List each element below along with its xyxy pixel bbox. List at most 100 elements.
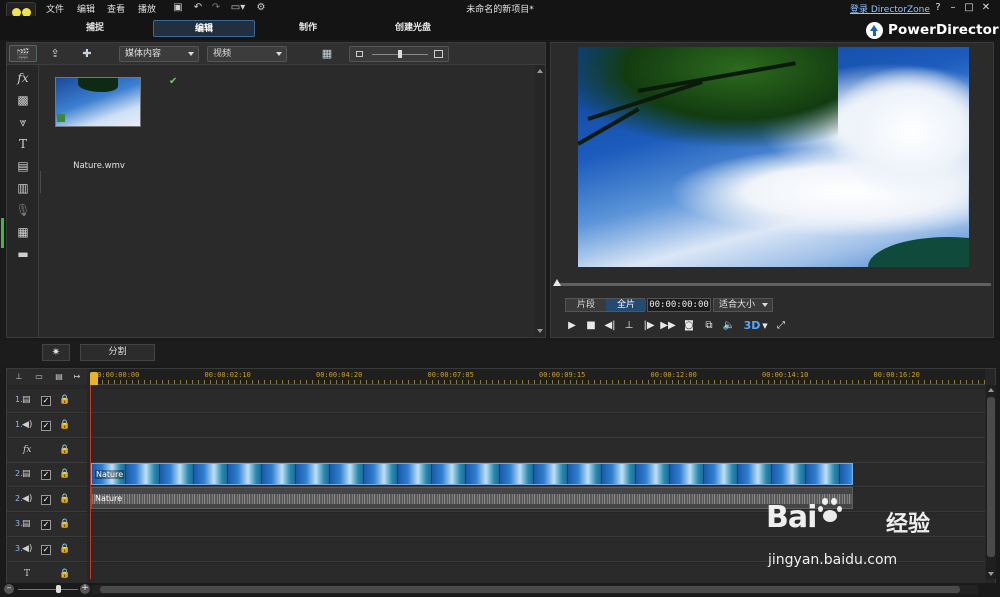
slider-knob[interactable] — [398, 50, 402, 58]
timeline-zoom-knob[interactable] — [56, 585, 61, 593]
tab-edit[interactable]: 编辑 — [153, 20, 255, 37]
3d-mode-button[interactable]: 3D — [741, 319, 763, 333]
track-lane[interactable] — [90, 389, 985, 413]
timeline-audio-clip[interactable]: Nature — [91, 487, 853, 509]
maximize-button[interactable]: □ — [962, 1, 976, 14]
undock-preview-icon[interactable]: ⤢ — [773, 319, 789, 333]
menu-edit[interactable]: 编辑 — [77, 2, 95, 15]
timeline-ruler[interactable]: 00:00:00:00 00:00:02:10 00:00:04:20 00:00:0… — [90, 369, 985, 385]
stop-icon[interactable]: ■ — [583, 319, 599, 333]
track-lock-icon[interactable]: 🔒 — [59, 494, 70, 504]
subtitle-room-icon[interactable]: ▬ — [11, 245, 35, 263]
plugin-icon[interactable]: ✚ — [73, 45, 101, 62]
menu-play[interactable]: 播放 — [138, 2, 156, 15]
movie-mode-button[interactable]: 全片 — [606, 299, 646, 311]
menu-view[interactable]: 查看 — [107, 2, 125, 15]
media-filter-dropdown[interactable]: 媒体内容 — [119, 46, 199, 62]
track-lane[interactable] — [90, 413, 985, 438]
track-manager-icon[interactable]: ▤ — [51, 371, 67, 383]
track-lock-icon[interactable]: 🔒 — [59, 445, 70, 455]
tab-produce[interactable]: 制作 — [275, 20, 341, 37]
scroll-down-icon[interactable] — [988, 572, 994, 576]
secondary-display-icon[interactable]: ⧉ — [701, 319, 717, 333]
menu-file[interactable]: 文件 — [46, 2, 64, 15]
voice-over-icon[interactable]: 🎙 — [11, 201, 35, 219]
track-lock-icon[interactable]: 🔒 — [59, 544, 70, 554]
track-lock-icon[interactable]: 🔒 — [59, 569, 70, 579]
fast-forward-icon[interactable]: ▶▶ — [660, 319, 676, 333]
preview-scrub-bar[interactable] — [555, 283, 991, 286]
track-lock-icon[interactable]: 🔒 — [59, 519, 70, 529]
split-button[interactable]: 分割 — [80, 344, 155, 361]
media-type-dropdown[interactable]: 视频 — [207, 46, 287, 62]
volume-icon[interactable]: 🔈 — [721, 319, 737, 333]
timeline-horizontal-scrollbar[interactable] — [92, 585, 978, 594]
grid-view-icon[interactable]: ▦ — [313, 45, 341, 62]
track-enable-checkbox[interactable]: ✓ — [41, 495, 51, 506]
playhead-handle[interactable] — [90, 372, 98, 385]
title-room-icon[interactable]: T — [11, 135, 35, 153]
help-button[interactable]: ? — [931, 1, 945, 14]
save-icon[interactable]: ▣ — [172, 1, 184, 14]
next-frame-icon[interactable]: |▶ — [641, 319, 657, 333]
media-type-value: 视频 — [213, 49, 232, 59]
media-thumbnail[interactable] — [55, 77, 141, 127]
minimize-button[interactable]: – — [946, 1, 960, 14]
zoom-in-icon[interactable]: + — [80, 584, 90, 594]
track-enable-checkbox[interactable]: ✓ — [41, 544, 51, 555]
transition-room-icon[interactable]: ▤ — [11, 157, 35, 175]
track-enable-checkbox[interactable]: ✓ — [41, 396, 51, 406]
library-toolbar: 🎬 ⇪ ✚ 媒体内容 视频 ▦ — [7, 43, 545, 65]
timeline-view-icon[interactable]: ▭ — [31, 371, 47, 383]
scroll-thumb[interactable] — [100, 586, 960, 593]
zoom-out-icon[interactable]: – — [4, 584, 14, 594]
library-scrollbar[interactable] — [535, 65, 545, 337]
scroll-up-icon[interactable] — [988, 388, 994, 392]
audio-mixing-icon[interactable]: ▥ — [11, 179, 35, 197]
timecode-field[interactable]: 00:00:00:00 — [647, 298, 711, 312]
track-enable-checkbox[interactable]: ✓ — [41, 420, 51, 431]
preview-scrub-marker[interactable] — [553, 279, 561, 286]
timeline-vertical-scrollbar[interactable] — [986, 385, 996, 579]
aspect-ratio-icon[interactable]: ▭▾ — [228, 1, 248, 14]
undo-icon[interactable]: ↶ — [192, 1, 204, 14]
split-clip-icon[interactable]: ⊥ — [621, 319, 637, 333]
scroll-down-icon[interactable] — [537, 329, 543, 333]
fit-timeline-icon[interactable]: ↦ — [69, 371, 85, 383]
play-icon[interactable]: ▶ — [564, 319, 580, 333]
track-lock-icon[interactable]: 🔒 — [59, 395, 70, 405]
login-directorzone-link[interactable]: 登录 DirectorZone — [850, 2, 930, 15]
tab-capture[interactable]: 捕捉 — [60, 20, 130, 37]
tab-create-disc[interactable]: 创建光盘 — [372, 20, 454, 37]
track-enable-checkbox[interactable]: ✓ — [41, 520, 51, 530]
redo-icon[interactable]: ↷ — [210, 1, 222, 14]
chapter-room-icon[interactable]: ▦ — [11, 223, 35, 241]
track-lane[interactable] — [90, 513, 985, 537]
video-badge-icon — [57, 114, 65, 122]
close-button[interactable]: ✕ — [979, 1, 993, 14]
import-media-icon[interactable]: ⇪ — [41, 45, 69, 62]
settings-gear-icon[interactable]: ⚙ — [255, 1, 267, 14]
track-lock-icon[interactable]: 🔒 — [59, 420, 70, 430]
scroll-up-icon[interactable] — [537, 69, 543, 73]
thumbnail-size-slider[interactable] — [349, 46, 449, 62]
track-lock-icon[interactable]: 🔒 — [59, 469, 70, 479]
particle-room-icon[interactable]: ⩔ — [11, 113, 35, 131]
scroll-thumb[interactable] — [987, 397, 995, 557]
media-room-icon[interactable]: 🎬 — [9, 45, 37, 62]
effects-room-icon[interactable]: fx — [11, 69, 35, 87]
track-lane[interactable] — [90, 537, 985, 562]
chevron-down-icon[interactable]: ▼ — [761, 319, 769, 333]
clip-mode-button[interactable]: 片段 — [566, 299, 606, 311]
brand: PowerDirector — [866, 20, 999, 40]
timeline-zoom-track[interactable] — [18, 589, 78, 590]
pip-objects-icon[interactable]: ▩ — [11, 91, 35, 109]
magic-tools-icon[interactable]: ✷ — [42, 344, 70, 361]
snapshot-camera-icon[interactable]: ◙ — [681, 319, 697, 333]
previous-frame-icon[interactable]: ◀| — [602, 319, 618, 333]
storyboard-toggle-icon[interactable]: ⊥ — [11, 371, 27, 383]
track-lane[interactable] — [90, 438, 985, 463]
fit-size-dropdown[interactable]: 适合大小 — [713, 298, 773, 312]
track-enable-checkbox[interactable]: ✓ — [41, 470, 51, 481]
timeline-video-clip[interactable]: Nature — [91, 463, 853, 485]
